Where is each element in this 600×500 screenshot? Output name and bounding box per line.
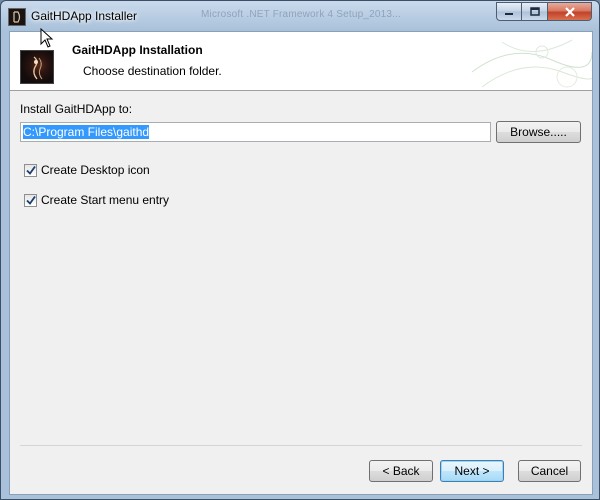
installer-window: Microsoft .NET Framework 4 Setup_2013...… <box>0 0 600 500</box>
maximize-icon <box>529 7 540 16</box>
install-path-value: C:\Program Files\gaithd <box>23 125 150 139</box>
back-button[interactable]: < Back <box>369 460 433 482</box>
browse-button[interactable]: Browse..... <box>496 121 581 143</box>
footer-divider <box>20 445 582 446</box>
install-path-input[interactable]: C:\Program Files\gaithd <box>20 122 491 142</box>
client-area: GaitHDApp Installation Choose destinatio… <box>9 31 593 495</box>
header-title: GaitHDApp Installation <box>72 43 203 57</box>
start-menu-checkbox[interactable] <box>24 193 37 207</box>
close-button[interactable] <box>548 2 592 21</box>
header-decoration <box>472 39 592 88</box>
app-icon[interactable] <box>8 8 26 26</box>
cancel-button[interactable]: Cancel <box>518 460 581 482</box>
app-logo-icon <box>20 50 54 84</box>
background-window-title: Microsoft .NET Framework 4 Setup_2013... <box>201 9 402 20</box>
checkmark-icon <box>26 165 36 175</box>
maximize-button[interactable] <box>522 2 548 21</box>
start-menu-option[interactable]: Create Start menu entry <box>24 193 169 207</box>
close-icon <box>564 6 575 17</box>
minimize-button[interactable] <box>496 2 522 21</box>
desktop-icon-option[interactable]: Create Desktop icon <box>24 163 150 177</box>
install-location-label: Install GaitHDApp to: <box>20 102 133 116</box>
minimize-icon <box>505 12 513 15</box>
window-title: GaitHDApp Installer <box>31 9 138 23</box>
caption-buttons <box>496 2 592 22</box>
wizard-header: GaitHDApp Installation Choose destinatio… <box>10 32 592 91</box>
start-menu-label: Create Start menu entry <box>41 193 170 207</box>
desktop-icon-label: Create Desktop icon <box>41 163 150 177</box>
checkmark-icon <box>26 195 36 205</box>
title-bar[interactable]: Microsoft .NET Framework 4 Setup_2013...… <box>1 1 599 31</box>
next-button[interactable]: Next > <box>440 460 504 482</box>
header-subtitle: Choose destination folder. <box>83 64 222 78</box>
desktop-icon-checkbox[interactable] <box>24 163 37 177</box>
mouse-cursor-icon <box>40 28 54 48</box>
